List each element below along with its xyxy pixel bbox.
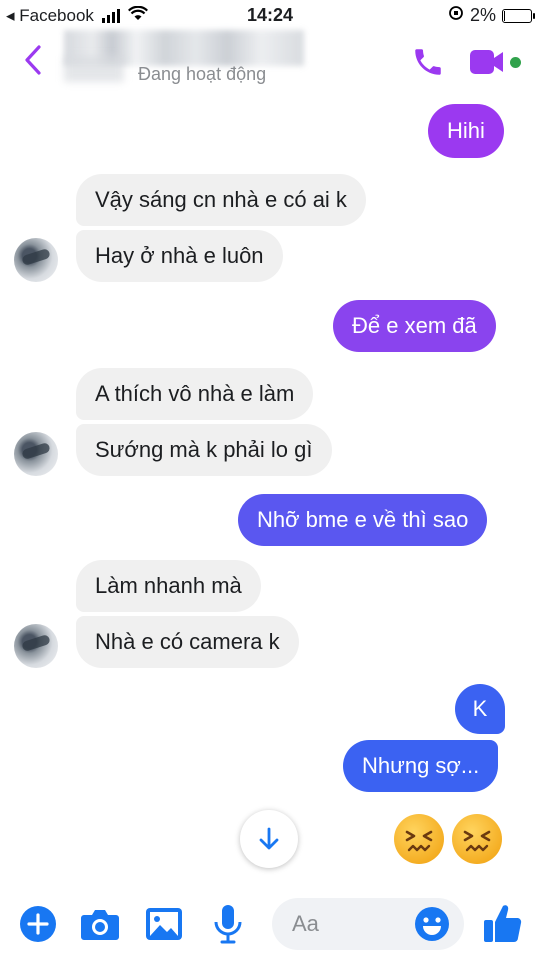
message-outgoing[interactable]: Nhỡ bme e về thì sao <box>238 494 488 546</box>
smiley-icon[interactable] <box>414 906 450 942</box>
status-right: 2% <box>448 5 535 26</box>
message-incoming[interactable]: A thích vô nhà e làm <box>76 368 314 420</box>
video-camera-icon <box>470 50 503 74</box>
scroll-to-bottom-button[interactable] <box>240 810 298 868</box>
message-outgoing[interactable]: K <box>455 684 505 734</box>
gallery-button[interactable] <box>142 902 186 946</box>
message-outgoing[interactable]: Hihi <box>428 104 504 158</box>
message-incoming[interactable]: Hay ở nhà e luôn <box>76 230 283 282</box>
gallery-icon <box>146 908 182 940</box>
status-bar: ◂ Facebook 14:24 2% <box>0 0 540 30</box>
sender-avatar[interactable] <box>14 238 58 282</box>
more-actions-button[interactable] <box>16 902 60 946</box>
message-incoming[interactable]: Nhà e có camera k <box>76 616 299 668</box>
voice-call-button[interactable] <box>408 42 448 82</box>
active-status: Đang hoạt động <box>138 64 267 84</box>
battery-percent: 2% <box>469 5 496 25</box>
conversation-header: Đang hoạt động <box>0 30 540 94</box>
thumbs-up-icon <box>484 905 522 942</box>
orientation-lock-icon <box>448 5 464 26</box>
camera-button[interactable] <box>78 902 122 946</box>
phone-icon <box>415 49 441 75</box>
arrow-down-icon <box>259 827 279 850</box>
message-incoming[interactable]: Vậy sáng cn nhà e có ai k <box>76 174 366 226</box>
like-button[interactable] <box>480 898 526 948</box>
back-button[interactable] <box>18 40 48 80</box>
back-chevron-icon <box>25 45 41 75</box>
message-outgoing[interactable]: Để e xem đã <box>333 300 496 352</box>
online-indicator <box>510 56 521 68</box>
confounded-face-emoji <box>394 814 444 864</box>
message-incoming[interactable]: Làm nhanh mà <box>76 560 261 612</box>
plus-icon <box>20 906 56 942</box>
battery-icon <box>502 8 535 23</box>
message-incoming[interactable]: Sướng mà k phải lo gì <box>76 424 332 476</box>
confounded-face-emoji <box>452 814 502 864</box>
contact-avatar-redacted[interactable] <box>64 56 124 82</box>
battery-level <box>504 10 505 21</box>
voice-message-button[interactable] <box>206 902 250 946</box>
microphone-icon <box>214 905 242 944</box>
camera-icon <box>81 910 119 940</box>
message-outgoing[interactable]: Nhưng sợ... <box>343 740 499 792</box>
message-composer <box>0 892 540 960</box>
sender-avatar[interactable] <box>14 432 58 476</box>
sender-avatar[interactable] <box>14 624 58 668</box>
video-call-button[interactable] <box>470 46 530 78</box>
